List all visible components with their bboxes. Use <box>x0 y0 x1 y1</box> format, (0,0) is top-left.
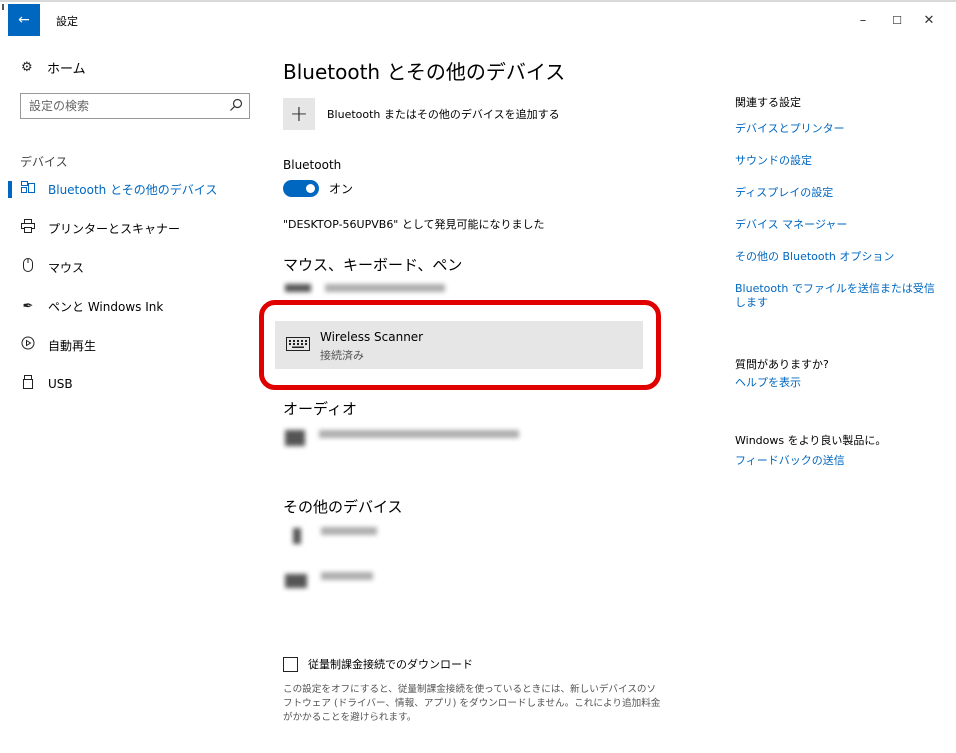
metered-download-checkbox[interactable]: 従量制課金接続でのダウンロード <box>283 656 473 672</box>
window-left-edge <box>0 4 8 753</box>
title-bar: ← 設定 – ☐ ✕ <box>8 4 956 36</box>
metered-description: この設定をオフにすると、従量制課金接続を使っているときには、新しいデバイスのソフ… <box>283 684 661 723</box>
bluetooth-devices-icon <box>20 181 36 197</box>
main-content: Bluetooth とその他のデバイス + Bluetooth またはその他のデ… <box>259 36 723 753</box>
printer-icon <box>20 219 36 237</box>
link-display-settings[interactable]: ディスプレイの設定 <box>735 186 945 200</box>
bluetooth-label: Bluetooth <box>283 158 342 172</box>
active-marker <box>8 181 12 198</box>
sidebar-item-bluetooth[interactable]: Bluetooth とその他のデバイス <box>8 174 263 204</box>
blurred-device-name <box>321 572 373 580</box>
link-more-bluetooth-options[interactable]: その他の Bluetooth オプション <box>735 250 945 264</box>
blurred-device-row[interactable] <box>285 527 377 544</box>
sidebar-item-label: ペンと Windows Ink <box>48 299 164 314</box>
bluetooth-state: オン <box>329 182 354 196</box>
question-heading: 質問がありますか? <box>735 358 829 371</box>
blurred-device-name <box>319 430 519 438</box>
sidebar-item-label: Bluetooth とその他のデバイス <box>48 182 218 197</box>
mouse-icon <box>20 258 36 276</box>
sidebar-item-autoplay[interactable]: 自動再生 <box>8 330 263 360</box>
sidebar: ⚙ ホーム デバイス Bluetooth とその他のデバイス プリンターとスキャ… <box>8 36 263 753</box>
add-device-button[interactable]: + Bluetooth またはその他のデバイスを追加する <box>283 98 560 130</box>
monitor-icon <box>285 574 307 588</box>
keyboard-icon <box>285 284 311 292</box>
pen-icon: ✒ <box>22 298 34 314</box>
back-button[interactable]: ← <box>8 4 40 36</box>
link-give-feedback[interactable]: フィードバックの送信 <box>735 454 945 468</box>
link-bluetooth-file-transfer[interactable]: Bluetooth でファイルを送信または受信します <box>735 282 945 310</box>
related-settings-heading: 関連する設定 <box>735 96 801 109</box>
usb-icon <box>20 375 36 393</box>
blurred-device-name <box>321 527 377 535</box>
plus-icon: + <box>283 98 315 130</box>
sidebar-item-mouse[interactable]: マウス <box>8 252 263 282</box>
link-get-help[interactable]: ヘルプを表示 <box>735 376 945 390</box>
section-heading-other: その他のデバイス <box>283 498 403 516</box>
maximize-button[interactable]: ☐ <box>882 4 912 36</box>
blurred-device-row[interactable] <box>285 284 445 292</box>
blurred-device-name <box>325 284 445 292</box>
section-heading-audio: オーディオ <box>283 400 357 418</box>
add-device-label: Bluetooth またはその他のデバイスを追加する <box>327 108 560 121</box>
speaker-icon <box>285 430 305 446</box>
sidebar-item-label: プリンターとスキャナー <box>48 221 181 236</box>
sidebar-home-label: ホーム <box>47 62 86 77</box>
sidebar-item-pen[interactable]: ✒ ペンと Windows Ink <box>8 291 263 321</box>
close-button[interactable]: ✕ <box>914 4 944 36</box>
related-settings-panel: 関連する設定 デバイスとプリンター サウンドの設定 ディスプレイの設定 デバイス… <box>735 36 956 753</box>
feedback-heading: Windows をより良い製品に。 <box>735 434 887 447</box>
search-input[interactable] <box>21 94 211 118</box>
sidebar-section-label: デバイス <box>20 155 68 169</box>
minimize-button[interactable]: – <box>848 4 878 36</box>
autoplay-icon <box>20 336 36 354</box>
sidebar-item-label: マウス <box>48 260 85 275</box>
link-device-manager[interactable]: デバイス マネージャー <box>735 218 945 232</box>
bluetooth-toggle[interactable] <box>283 180 319 197</box>
blurred-device-row[interactable] <box>285 430 519 446</box>
toggle-knob <box>306 184 315 193</box>
metered-download-label: 従量制課金接続でのダウンロード <box>308 658 473 671</box>
sidebar-item-label: 自動再生 <box>48 338 97 353</box>
link-sound-settings[interactable]: サウンドの設定 <box>735 154 945 168</box>
checkbox-box[interactable] <box>283 656 298 672</box>
sidebar-item-label: USB <box>48 377 73 391</box>
search-box[interactable] <box>20 93 250 119</box>
device-icon <box>293 528 301 544</box>
section-heading-input: マウス、キーボード、ペン <box>283 256 463 274</box>
arrow-left-icon: ← <box>18 12 30 28</box>
window-title: 設定 <box>56 15 78 28</box>
sidebar-item-printers[interactable]: プリンターとスキャナー <box>8 213 263 243</box>
bluetooth-toggle-row: オン <box>283 180 353 197</box>
search-icon[interactable] <box>229 98 243 112</box>
link-devices-printers[interactable]: デバイスとプリンター <box>735 122 945 136</box>
gear-icon: ⚙ <box>21 59 33 75</box>
blurred-device-row[interactable] <box>285 572 373 588</box>
sidebar-item-usb[interactable]: USB <box>8 369 263 399</box>
sidebar-home[interactable]: ⚙ ホーム <box>21 58 86 77</box>
discoverable-text: "DESKTOP-56UPVB6" として発見可能になりました <box>283 218 545 231</box>
page-title: Bluetooth とその他のデバイス <box>283 60 566 84</box>
highlight-frame <box>259 300 661 390</box>
